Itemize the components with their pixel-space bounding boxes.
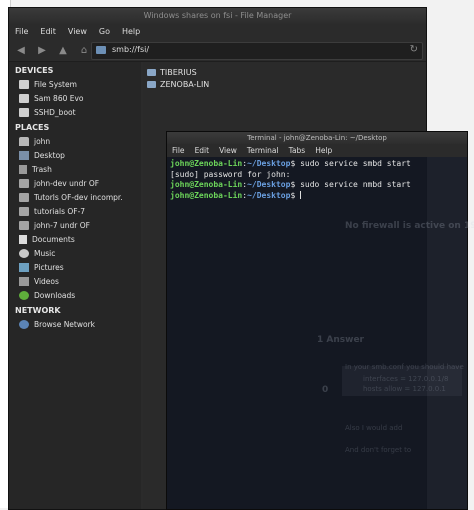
sidebar-item-documents[interactable]: Documents <box>9 232 141 246</box>
sidebar-item-label: Music <box>34 248 56 258</box>
sidebar-item-label: SSHD_boot <box>34 107 76 117</box>
sidebar-item-desktop[interactable]: Desktop <box>9 148 141 162</box>
sidebar-item-label: Tutorls OF-dev incompr. <box>34 192 123 202</box>
menu-help[interactable]: Help <box>122 27 140 36</box>
sidebar-item-label: john-dev undr OF <box>34 178 100 188</box>
ghost-text: interfaces = 127.0.0.1/8 <box>363 375 449 383</box>
menu-edit[interactable]: Edit <box>40 27 56 36</box>
sidebar-item-label: Desktop <box>34 150 65 160</box>
back-icon[interactable]: ◀ <box>15 45 27 56</box>
sidebar-item-tutorials-of-7[interactable]: tutorials OF-7 <box>9 204 141 218</box>
sidebar-item-john-dev[interactable]: john-dev undr OF <box>9 176 141 190</box>
terminal-cursor <box>300 191 302 199</box>
sidebar-item-label: Videos <box>34 276 59 286</box>
menu-file[interactable]: File <box>15 27 28 36</box>
menu-view[interactable]: View <box>68 27 87 36</box>
sidebar-item-tutorls-of-dev[interactable]: Tutorls OF-dev incompr. <box>9 190 141 204</box>
downloads-icon <box>19 290 29 300</box>
sidebar-item-label: Documents <box>32 234 75 244</box>
location-text: smb://fsi/ <box>112 45 150 54</box>
ghost-text: 1 Answer <box>317 335 364 345</box>
devices-header: DEVICES <box>15 66 54 75</box>
terminal-menu-tabs[interactable]: Tabs <box>289 146 306 155</box>
list-item[interactable]: ZENOBA-LIN <box>143 78 426 90</box>
documents-icon <box>19 234 27 244</box>
sidebar-item-videos[interactable]: Videos <box>9 274 141 288</box>
home-nav-icon[interactable]: ⌂ <box>78 45 90 56</box>
sidebar-item-john[interactable]: john <box>9 134 141 148</box>
ghost-text: No firewall is active on 192.168 <box>345 221 474 231</box>
network-header: NETWORK <box>15 306 61 315</box>
location-bar[interactable]: smb://fsi/ ↻ <box>91 42 423 60</box>
home-icon <box>19 136 29 146</box>
network-share-icon <box>147 68 156 76</box>
sidebar-item-browse-network[interactable]: Browse Network <box>9 317 141 331</box>
drive-icon <box>19 79 29 89</box>
videos-icon <box>19 276 29 286</box>
file-manager-title: Windows shares on fsi - File Manager <box>9 8 426 24</box>
sidebar-item-label: john-7 undr OF <box>34 220 90 230</box>
forward-icon[interactable]: ▶ <box>36 45 48 56</box>
network-icon <box>19 319 29 329</box>
music-icon <box>19 248 29 258</box>
network-share-icon <box>147 80 156 88</box>
terminal-title: Terminal - john@Zenoba-Lin: ~/Desktop <box>167 132 467 144</box>
ghost-vote: 0 <box>322 385 329 395</box>
sidebar-item-label: Browse Network <box>34 319 96 329</box>
terminal-menu-help[interactable]: Help <box>315 146 332 155</box>
terminal-output[interactable]: john@Zenoba-Lin:~/Desktop$ sudo service … <box>167 157 467 203</box>
terminal-line: john@Zenoba-Lin:~/Desktop$ <box>170 190 302 200</box>
terminal-menubar: File Edit View Terminal Tabs Help <box>167 144 467 157</box>
terminal-line: john@Zenoba-Lin:~/Desktop$ sudo service … <box>170 180 411 189</box>
desktop-icon <box>19 150 29 160</box>
menu-go[interactable]: Go <box>99 27 110 36</box>
terminal-line: john@Zenoba-Lin:~/Desktop$ sudo service … <box>170 159 411 168</box>
terminal-window: Terminal - john@Zenoba-Lin: ~/Desktop Fi… <box>166 131 474 510</box>
sidebar-item-music[interactable]: Music <box>9 246 141 260</box>
terminal-menu-file[interactable]: File <box>172 146 185 155</box>
ghost-text: And don't forget to <box>345 446 412 454</box>
sidebar-item-pictures[interactable]: Pictures <box>9 260 141 274</box>
reload-icon[interactable]: ↻ <box>410 44 418 55</box>
terminal-menu-view[interactable]: View <box>219 146 237 155</box>
sidebar-item-label: File System <box>34 79 77 89</box>
up-icon[interactable]: ▲ <box>57 45 69 56</box>
places-header: PLACES <box>15 123 50 132</box>
sidebar-item-label: tutorials OF-7 <box>34 206 86 216</box>
sidebar-item-label: Downloads <box>34 290 76 300</box>
entry-label: ZENOBA-LIN <box>160 79 210 89</box>
drive-icon <box>19 107 29 117</box>
folder-icon <box>19 178 29 188</box>
sidebar-item-sshd-boot[interactable]: SSHD_boot <box>9 105 141 119</box>
location-folder-icon <box>96 46 106 54</box>
sidebar-item-john-7[interactable]: john-7 undr OF <box>9 218 141 232</box>
sidebar-item-file-system[interactable]: File System <box>9 77 141 91</box>
sidebar-item-sam-860-evo[interactable]: Sam 860 Evo <box>9 91 141 105</box>
sidebar-item-label: Pictures <box>34 262 64 272</box>
ghost-text: Also I would add <box>345 424 403 432</box>
terminal-menu-terminal[interactable]: Terminal <box>247 146 279 155</box>
sidebar-item-downloads[interactable]: Downloads <box>9 288 141 302</box>
ghost-text: hosts allow = 127.0.0.1 <box>363 385 446 393</box>
folder-icon <box>19 192 29 202</box>
terminal-menu-edit[interactable]: Edit <box>195 146 210 155</box>
folder-icon <box>19 206 29 216</box>
file-manager-menubar: File Edit View Go Help <box>9 24 426 39</box>
sidebar-item-label: john <box>34 136 51 146</box>
list-item[interactable]: TIBERIUS <box>143 66 426 78</box>
trash-icon <box>19 164 27 174</box>
drive-icon <box>19 93 29 103</box>
folder-icon <box>19 220 29 230</box>
pictures-icon <box>19 262 29 272</box>
sidebar-item-trash[interactable]: Trash <box>9 162 141 176</box>
sidebar-item-label: Trash <box>32 164 52 174</box>
entry-label: TIBERIUS <box>160 67 197 77</box>
sidebar: DEVICES File System Sam 860 Evo SSHD_boo… <box>9 62 141 509</box>
terminal-line: [sudo] password for john: <box>170 169 291 179</box>
sidebar-item-label: Sam 860 Evo <box>34 93 84 103</box>
